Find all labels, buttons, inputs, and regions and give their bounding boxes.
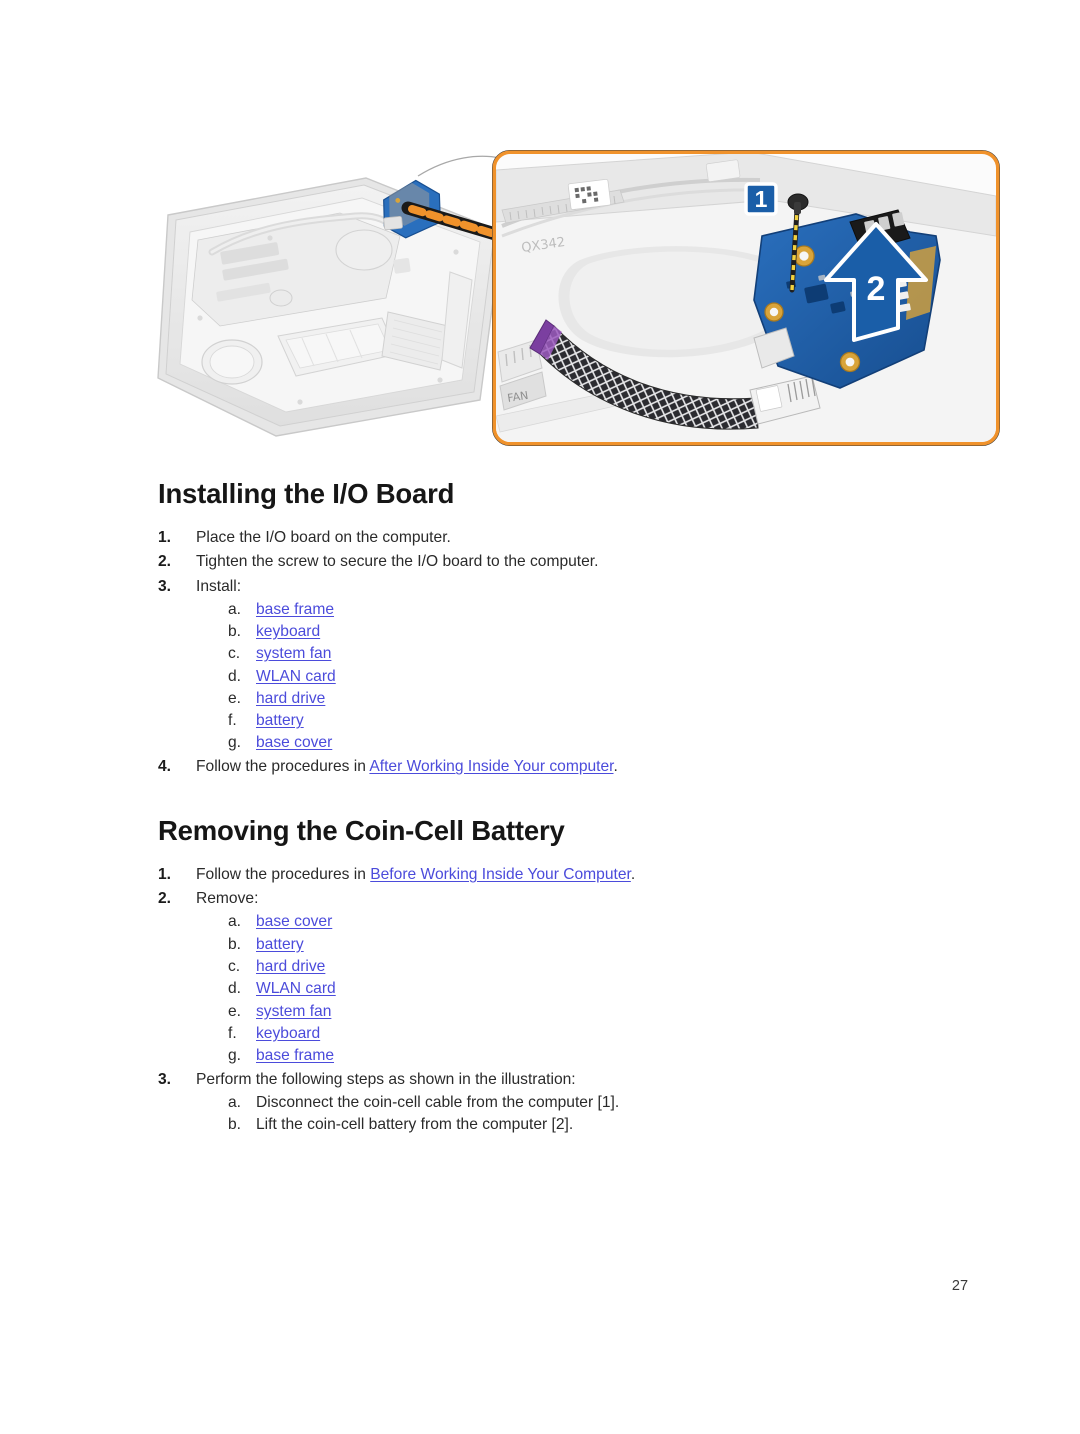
steps-list-installing: 1. Place the I/O board on the computer. … [158,526,948,780]
substep-letter: c. [228,957,241,975]
procedure-illustration: QX342 FAN 2 1 [150,140,1010,460]
link-keyboard[interactable]: keyboard [256,1025,320,1042]
step-text: Perform the following steps as shown in … [196,1070,576,1088]
link-after-working-inside-your-computer[interactable]: After Working Inside Your computer [369,758,613,775]
document-page: QX342 FAN 2 1 Installing the I/O Board 1… [0,0,1080,1434]
step-number: 1. [158,528,172,546]
substep-letter: b. [228,935,242,953]
marker-1-badge: 1 [744,182,778,216]
substep-text: Disconnect the coin-cell cable from the … [256,1093,620,1111]
substep-letter: e. [228,689,242,707]
link-base-frame[interactable]: base frame [256,1047,334,1064]
substep-letter: g. [228,1047,242,1065]
substep-item: g. base frame [228,1045,948,1067]
step-text-suffix: . [613,758,618,776]
link-battery[interactable]: battery [256,712,304,729]
link-battery[interactable]: battery [256,936,304,953]
step-text: Place the I/O board on the computer. [196,528,451,546]
link-base-cover[interactable]: base cover [256,913,332,930]
link-wlan-card[interactable]: WLAN card [256,980,336,997]
section-title-installing-io-board: Installing the I/O Board [158,478,455,509]
marker-2-label: 2 [867,270,886,308]
step-text: Tighten the screw to secure the I/O boar… [196,553,599,571]
link-keyboard[interactable]: keyboard [256,623,320,640]
substep-item: c. hard drive [228,956,948,978]
substep-item: b. Lift the coin-cell battery from the c… [228,1114,948,1136]
substep-item: b. battery [228,934,948,956]
step-text: Install: [196,577,242,595]
step-item: 1. Place the I/O board on the computer. [158,526,948,550]
substep-letter: c. [228,645,241,663]
link-base-cover[interactable]: base cover [256,734,332,751]
section-title-removing-coin-cell-battery: Removing the Coin-Cell Battery [158,815,565,847]
step-number: 3. [158,577,172,595]
substep-letter: b. [228,1116,242,1134]
step-text-prefix: Follow the procedures in [196,758,370,776]
substep-letter: g. [228,734,242,752]
step-number: 3. [158,1070,172,1088]
illustration-svg: QX342 FAN 2 1 [157,150,1000,446]
substep-text: Lift the coin-cell battery from the comp… [256,1116,574,1134]
substep-item: a. base frame [228,599,948,621]
substep-letter: a. [228,1093,242,1111]
steps-list-removing: 1. Follow the procedures in Before Worki… [158,863,948,1137]
substep-item: a. Disconnect the coin-cell cable from t… [228,1092,948,1114]
substep-item: f. keyboard [228,1023,948,1045]
step-item: 2. Remove: a. base cover b. battery c. h… [158,887,948,1067]
substep-item: b. keyboard [228,621,948,643]
substeps-list-remove: a. base cover b. battery c. hard drive d… [196,911,948,1067]
link-wlan-card[interactable]: WLAN card [256,668,336,685]
substep-letter: b. [228,622,242,640]
substep-letter: d. [228,667,242,685]
substep-letter: a. [228,600,242,618]
step-number: 1. [158,865,172,883]
step-item: 1. Follow the procedures in Before Worki… [158,863,948,887]
step-item: 2. Tighten the screw to secure the I/O b… [158,550,948,574]
link-system-fan[interactable]: system fan [256,1003,331,1020]
step-text: Remove: [196,890,259,908]
step-number: 4. [158,758,172,776]
substep-item: a. base cover [228,911,948,933]
substep-item: d. WLAN card [228,666,948,688]
step-number: 2. [158,890,172,908]
callout-leader-line [417,155,501,177]
link-base-frame[interactable]: base frame [256,601,334,618]
link-before-working-inside-your-computer[interactable]: Before Working Inside Your Computer [370,866,631,883]
link-hard-drive[interactable]: hard drive [256,958,325,975]
step-item: 3. Install: a. base frame b. keyboard c.… [158,575,948,755]
substeps-list-install: a. base frame b. keyboard c. system fan … [196,599,948,755]
step-item: 4. Follow the procedures in After Workin… [158,755,948,779]
step-text-prefix: Follow the procedures in [196,865,371,883]
link-system-fan[interactable]: system fan [256,645,331,662]
step-number: 2. [158,553,172,571]
callout-content: QX342 FAN 2 1 [496,154,996,442]
page-number: 27 [951,1278,969,1294]
substep-letter: f. [228,712,237,730]
substep-letter: f. [228,1024,237,1042]
step-text-suffix: . [630,865,636,883]
substep-item: e. system fan [228,1001,948,1023]
substep-item: e. hard drive [228,688,948,710]
substeps-list-illustration: a. Disconnect the coin-cell cable from t… [196,1092,948,1137]
substep-letter: d. [228,980,242,998]
step-item: 3. Perform the following steps as shown … [158,1068,948,1137]
substep-letter: a. [228,913,242,931]
substep-item: c. system fan [228,643,948,665]
substep-item: d. WLAN card [228,978,948,1000]
link-hard-drive[interactable]: hard drive [256,690,325,707]
substep-item: g. base cover [228,732,948,754]
document-content: Installing the I/O Board 1. Place the I/… [158,478,948,1137]
callout-box: QX342 FAN 2 1 [492,150,1000,446]
substep-item: f. battery [228,710,948,732]
substep-letter: e. [228,1002,242,1020]
marker-1-label: 1 [755,186,768,212]
